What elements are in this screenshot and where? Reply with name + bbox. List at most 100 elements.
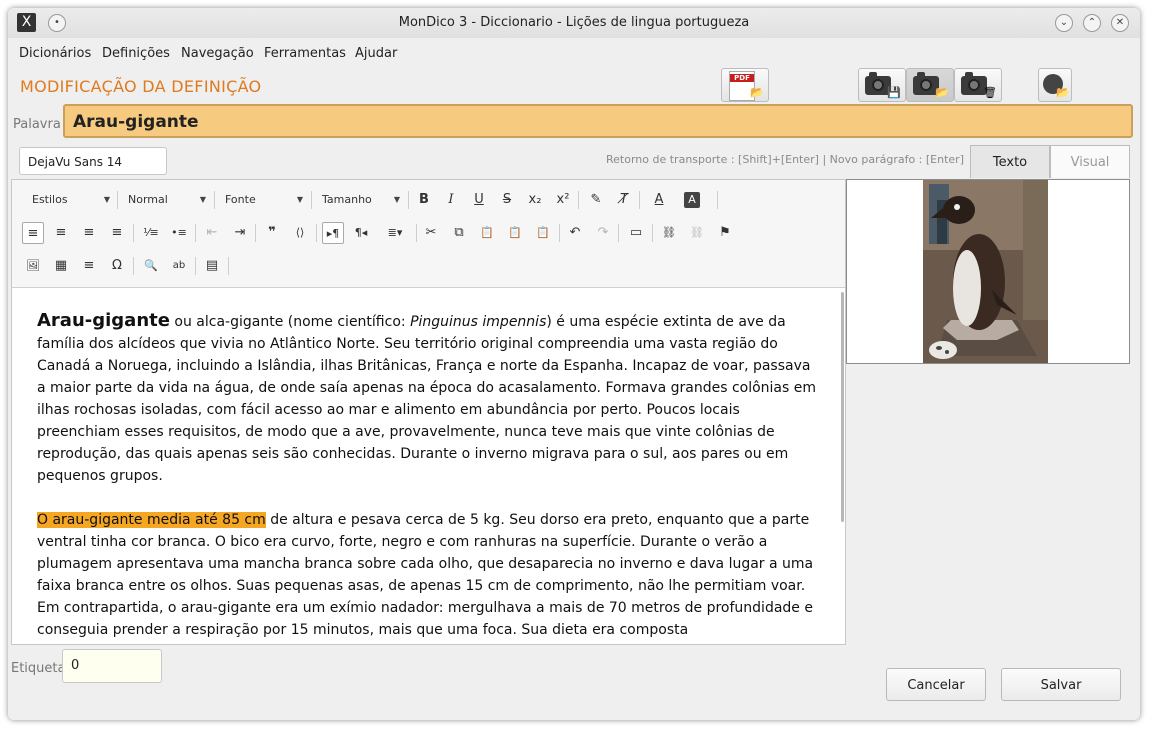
tab-visual[interactable]: Visual [1050, 145, 1130, 178]
save-button[interactable]: Salvar [1001, 668, 1121, 701]
menu-ferramentas[interactable]: Ferramentas [264, 46, 346, 61]
source-icon[interactable]: ▤ [201, 255, 223, 277]
bold-icon[interactable]: B [413, 189, 435, 211]
cancel-button[interactable]: Cancelar [886, 668, 986, 701]
unlink-icon[interactable]: ⛓ [686, 222, 708, 244]
toolbar-separator [133, 257, 134, 275]
rich-text-editor: Estilos ▼ Normal ▼ Fonte ▼ Tamanho ▼ B I U S… [11, 179, 846, 645]
justify-icon[interactable]: ≡ [106, 222, 128, 244]
size-combo[interactable]: Tamanho ▼ [322, 190, 400, 210]
format-combo[interactable]: Normal ▼ [128, 190, 206, 210]
remove-format-icon[interactable]: T̸ [613, 189, 635, 211]
ltr-icon[interactable]: ▸¶ [322, 222, 344, 244]
tab-texto[interactable]: Texto [970, 145, 1050, 178]
app-window: X • MonDico 3 - Diccionario - Lições de … [8, 8, 1140, 720]
outdent-icon[interactable]: ⇤ [201, 222, 223, 244]
align-right-icon[interactable]: ≡ [78, 222, 100, 244]
floppy-icon: 💾 [887, 86, 901, 99]
editor-content[interactable]: Arau-gigante ou alca-gigante (nome cient… [37, 310, 822, 663]
toolbar-separator [559, 224, 560, 242]
headword: Arau-gigante [37, 310, 170, 331]
toolbar-separator [578, 191, 579, 209]
word-input[interactable]: Arau-gigante [63, 104, 1133, 138]
find-icon[interactable]: 🔍 [140, 255, 162, 277]
anchor-flag-icon[interactable]: ⚑ [714, 222, 736, 244]
horizontal-rule-icon[interactable]: ≡ [78, 255, 100, 277]
undo-icon[interactable]: ↶ [564, 222, 586, 244]
subscript-icon[interactable]: x₂ [524, 189, 546, 211]
table-icon[interactable]: ▦ [50, 255, 72, 277]
rtl-icon[interactable]: ¶◂ [350, 222, 372, 244]
replace-icon[interactable]: ab [168, 255, 190, 277]
menu-bar: Dicionários Definições Navegação Ferrame… [8, 40, 1140, 68]
font-combo[interactable]: Fonte ▼ [225, 190, 303, 210]
toolbar-separator [214, 191, 215, 209]
camera-delete-button[interactable]: 🗑 [954, 68, 1002, 102]
indent-icon[interactable]: ⇥ [229, 222, 251, 244]
toolbar-separator [117, 191, 118, 209]
editor-scrollbar[interactable] [841, 292, 844, 522]
paste-word-icon[interactable]: 📋 [532, 222, 554, 244]
title-bar: X • MonDico 3 - Diccionario - Lições de … [8, 8, 1140, 38]
form-field-icon[interactable]: ▭ [625, 222, 647, 244]
cut-icon[interactable]: ✂ [420, 222, 442, 244]
camera-save-button[interactable]: 💾 [858, 68, 906, 102]
bullet-list-icon[interactable]: •≡ [168, 222, 190, 244]
copy-icon[interactable]: ⧉ [448, 222, 470, 244]
underline-icon[interactable]: U [468, 189, 490, 211]
folder-icon: 📂 [935, 86, 949, 99]
export-pdf-button[interactable]: PDF 📂 [721, 68, 769, 102]
background-color-icon[interactable]: A [684, 192, 700, 208]
link-icon[interactable]: ⛓ [658, 222, 680, 244]
superscript-icon[interactable]: x² [552, 189, 574, 211]
blockquote-icon[interactable]: ❞ [261, 222, 283, 244]
folder-icon: 📂 [750, 86, 764, 99]
menu-navegacao[interactable]: Navegação [181, 46, 254, 61]
tag-input[interactable]: 0 [62, 649, 162, 683]
page-title: MODIFICAÇÃO DA DEFINIÇÃO [20, 77, 262, 96]
paragraph-format-icon[interactable]: ≣▾ [380, 222, 410, 244]
maximize-icon[interactable]: ⌃ [1083, 14, 1101, 32]
camera-open-button[interactable]: 📂 [906, 68, 954, 102]
toolbar-separator [316, 224, 317, 242]
paragraph-1: Arau-gigante ou alca-gigante (nome cient… [37, 310, 816, 484]
toolbar-separator [618, 224, 619, 242]
dropdown-arrow-icon: ▼ [296, 195, 303, 204]
styles-combo[interactable]: Estilos ▼ [32, 190, 110, 210]
minimize-icon[interactable]: ⌄ [1055, 14, 1073, 32]
tag-label: Etiqueta [11, 661, 66, 676]
ordered-list-icon[interactable]: ⅟≡ [140, 222, 162, 244]
latin-name: Pinguinus impennis [410, 314, 547, 330]
editor-toolbar: Estilos ▼ Normal ▼ Fonte ▼ Tamanho ▼ B I U S… [12, 180, 845, 288]
menu-ajudar[interactable]: Ajudar [355, 46, 397, 61]
toolbar-separator [416, 224, 417, 242]
toolbar-separator [195, 257, 196, 275]
code-icon[interactable]: ⟨⟩ [289, 222, 311, 244]
highlighted-text: O arau-gigante media até 85 cm [37, 512, 266, 528]
menu-dicionarios[interactable]: Dicionários [19, 46, 91, 61]
close-icon[interactable]: ✕ [1111, 14, 1129, 32]
special-char-icon[interactable]: Ω [106, 255, 128, 277]
toolbar-separator [133, 224, 134, 242]
redo-icon[interactable]: ↷ [592, 222, 614, 244]
image-preview [846, 179, 1130, 364]
paste-icon[interactable]: 📋 [476, 222, 498, 244]
dropdown-arrow-icon: ▼ [199, 195, 206, 204]
word-label: Palavra [13, 117, 61, 132]
align-left-icon[interactable]: ≡ [22, 222, 44, 244]
text-color-icon[interactable]: A [648, 189, 670, 211]
audio-open-button[interactable]: 📂 [1038, 68, 1072, 102]
toolbar-separator [639, 191, 640, 209]
copy-format-icon[interactable]: ✎ [585, 189, 607, 211]
menu-definicoes[interactable]: Definições [102, 46, 170, 61]
great-auk-photo [923, 180, 1048, 363]
toolbar-separator [195, 224, 196, 242]
italic-icon[interactable]: I [440, 189, 462, 211]
image-icon[interactable]: 🖼 [22, 255, 44, 277]
align-center-icon[interactable]: ≡ [50, 222, 72, 244]
strikethrough-icon[interactable]: S [496, 189, 518, 211]
paste-text-icon[interactable]: 📋 [504, 222, 526, 244]
font-selector[interactable]: DejaVu Sans 14 [19, 147, 167, 175]
dropdown-arrow-icon: ▼ [393, 195, 400, 204]
shortcut-hint: Retorno de transporte : [Shift]+[Enter] … [606, 153, 964, 166]
